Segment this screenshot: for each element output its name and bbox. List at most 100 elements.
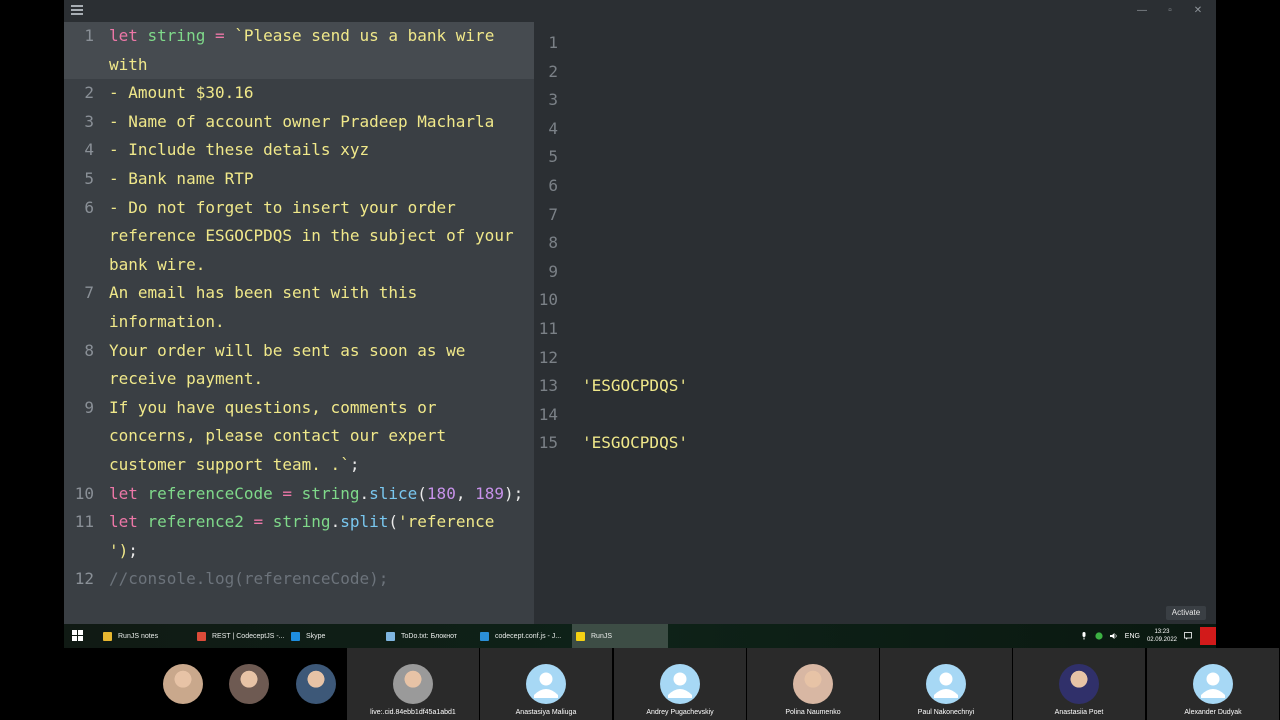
- avatar-photo: [163, 664, 203, 704]
- editor-line[interactable]: 6 - Do not forget to insert your order re…: [64, 194, 534, 280]
- output-line-number: 14: [538, 404, 558, 424]
- code-token: - Bank name RTP: [109, 168, 254, 188]
- close-button[interactable]: ✕: [1188, 3, 1208, 19]
- code-token: Your order will be sent as soon as we re…: [109, 340, 476, 389]
- line-number: 5: [84, 168, 94, 188]
- security-shield-icon[interactable]: [1095, 632, 1103, 640]
- notifications-icon[interactable]: [1184, 632, 1192, 640]
- default-avatar-icon: [926, 664, 966, 704]
- participant-tile[interactable]: Alexander Dudyak: [1147, 648, 1279, 720]
- output-line: 9: [534, 258, 1134, 286]
- code-token: );: [504, 483, 524, 503]
- output-line-number: 13: [538, 376, 558, 396]
- output-line-number: 3: [548, 90, 558, 110]
- code-token: reference2: [147, 512, 244, 532]
- participant-tile[interactable]: Anastasiia Poet: [1013, 648, 1145, 720]
- code-token: An email has been sent with this informa…: [109, 283, 427, 331]
- code-token: =: [243, 512, 273, 532]
- line-number: 12: [74, 569, 94, 589]
- taskbar-item-label: codecept.conf.js - J...: [495, 632, 562, 640]
- code-token: string: [272, 512, 331, 532]
- participant-tile[interactable]: Anastasiya Maliuga: [480, 648, 612, 720]
- taskbar-item[interactable]: ToDo.txt: Блокнот: [382, 624, 474, 648]
- participant-tile[interactable]: [216, 648, 276, 720]
- participant-tile[interactable]: Paul Nakonechnyi: [880, 648, 1012, 720]
- clock-time: 13:23: [1154, 629, 1170, 635]
- vscode-icon: [480, 631, 489, 641]
- system-tray: ENG 13:23 02.09.2022: [1080, 624, 1192, 648]
- editor-line[interactable]: 12 //console.log(referenceCode);: [64, 565, 534, 594]
- code-token: - Amount $30.16: [109, 83, 254, 103]
- code-token: string: [147, 26, 206, 45]
- output-line-number: 2: [548, 61, 558, 81]
- editor-line[interactable]: 10 let referenceCode = string.slice(180, …: [64, 480, 534, 509]
- code-editor[interactable]: 1 let string = `Please send us a bank wir…: [64, 22, 534, 624]
- code-token: - Include these details xyz: [109, 140, 370, 160]
- code-text: //console.log(referenceCode);: [109, 565, 524, 594]
- line-number: 6: [84, 197, 94, 217]
- taskbar-item[interactable]: RunJS notes: [99, 624, 191, 648]
- output-line-number: 15: [538, 433, 558, 453]
- video-call-participants: live:.cid.84ebb1df45a1abd1 Anastasiya Mal…: [0, 648, 1280, 720]
- code-token: ;: [128, 540, 138, 560]
- code-token: let: [109, 512, 148, 532]
- participant-tile[interactable]: Polina Naumenko: [747, 648, 879, 720]
- maximize-button[interactable]: ▫: [1160, 3, 1180, 19]
- editor-line[interactable]: 1 let string = `Please send us a bank wir…: [64, 22, 534, 80]
- line-number: 4: [84, 140, 94, 160]
- code-text: - Include these details xyz: [109, 136, 524, 165]
- output-value: 'ESGOCPDQS': [582, 433, 688, 453]
- participant-name: Anastasiya Maliuga: [515, 709, 577, 716]
- participant-name: Anastasiia Poet: [1054, 709, 1104, 716]
- output-line-number: 5: [548, 147, 558, 167]
- code-token: (: [388, 512, 399, 532]
- clock-date: 02.09.2022: [1146, 637, 1177, 643]
- code-text: - Bank name RTP: [109, 165, 524, 194]
- editor-line[interactable]: 9 If you have questions, comments or conc…: [64, 394, 534, 480]
- editor-line[interactable]: 2 - Amount $30.16: [64, 79, 534, 108]
- participant-tile[interactable]: live:.cid.84ebb1df45a1abd1: [347, 648, 479, 720]
- code-token: ;: [349, 454, 360, 474]
- clock[interactable]: 13:23 02.09.2022: [1147, 628, 1177, 644]
- participant-tile[interactable]: [150, 648, 210, 720]
- output-line-number: 10: [538, 290, 558, 310]
- language-indicator[interactable]: ENG: [1125, 633, 1140, 640]
- taskbar: RunJS notes REST | CodeceptJS -... Skype To…: [64, 624, 1216, 648]
- volume-icon[interactable]: [1109, 632, 1118, 640]
- editor-line[interactable]: 11 let reference2 = string.split('referen…: [64, 508, 534, 565]
- editor-line[interactable]: 8 Your order will be sent as soon as we r…: [64, 337, 534, 394]
- taskbar-item[interactable]: codecept.conf.js - J...: [476, 624, 568, 648]
- taskbar-item-label: RunJS notes: [118, 632, 159, 640]
- show-desktop-button[interactable]: [1200, 627, 1216, 645]
- editor-line[interactable]: 4 - Include these details xyz: [64, 136, 534, 165]
- output-line: 1: [534, 29, 1134, 57]
- participant-tile[interactable]: Andrey Pugachevskiy: [614, 648, 746, 720]
- output-line-number: 4: [548, 118, 558, 138]
- output-line: 11: [534, 315, 1134, 343]
- code-text: An email has been sent with this informa…: [109, 279, 524, 336]
- output-line: 10: [534, 286, 1134, 314]
- line-number: 7: [84, 283, 94, 303]
- taskbar-item-label: ToDo.txt: Блокнот: [401, 632, 458, 640]
- code-token: (: [417, 483, 427, 503]
- minimize-button[interactable]: —: [1132, 3, 1152, 19]
- taskbar-item[interactable]: REST | CodeceptJS -...: [193, 624, 285, 648]
- code-token: .: [359, 483, 370, 503]
- editor-line[interactable]: 7 An email has been sent with this inform…: [64, 279, 534, 336]
- windows-start-icon[interactable]: [72, 630, 84, 642]
- taskbar-item[interactable]: RunJS: [572, 624, 668, 648]
- participant-name: Andrey Pugachevskiy: [646, 709, 714, 716]
- code-text: let string = `Please send us a bank wire…: [109, 22, 524, 79]
- activate-windows-label: Activate: [1166, 606, 1206, 620]
- code-token: let: [109, 26, 148, 45]
- editor-line[interactable]: 5 - Bank name RTP: [64, 165, 534, 194]
- microphone-icon[interactable]: [1080, 632, 1088, 640]
- editor-line[interactable]: 3 - Name of account owner Pradeep Macharl…: [64, 108, 534, 137]
- taskbar-item[interactable]: Skype: [287, 624, 379, 648]
- output-line-number: 12: [538, 347, 558, 367]
- output-line: 6: [534, 172, 1134, 200]
- hamburger-menu-icon[interactable]: [71, 5, 83, 15]
- participant-tile[interactable]: [283, 648, 343, 720]
- code-text: - Amount $30.16: [109, 79, 524, 108]
- output-line: 4: [534, 115, 1134, 143]
